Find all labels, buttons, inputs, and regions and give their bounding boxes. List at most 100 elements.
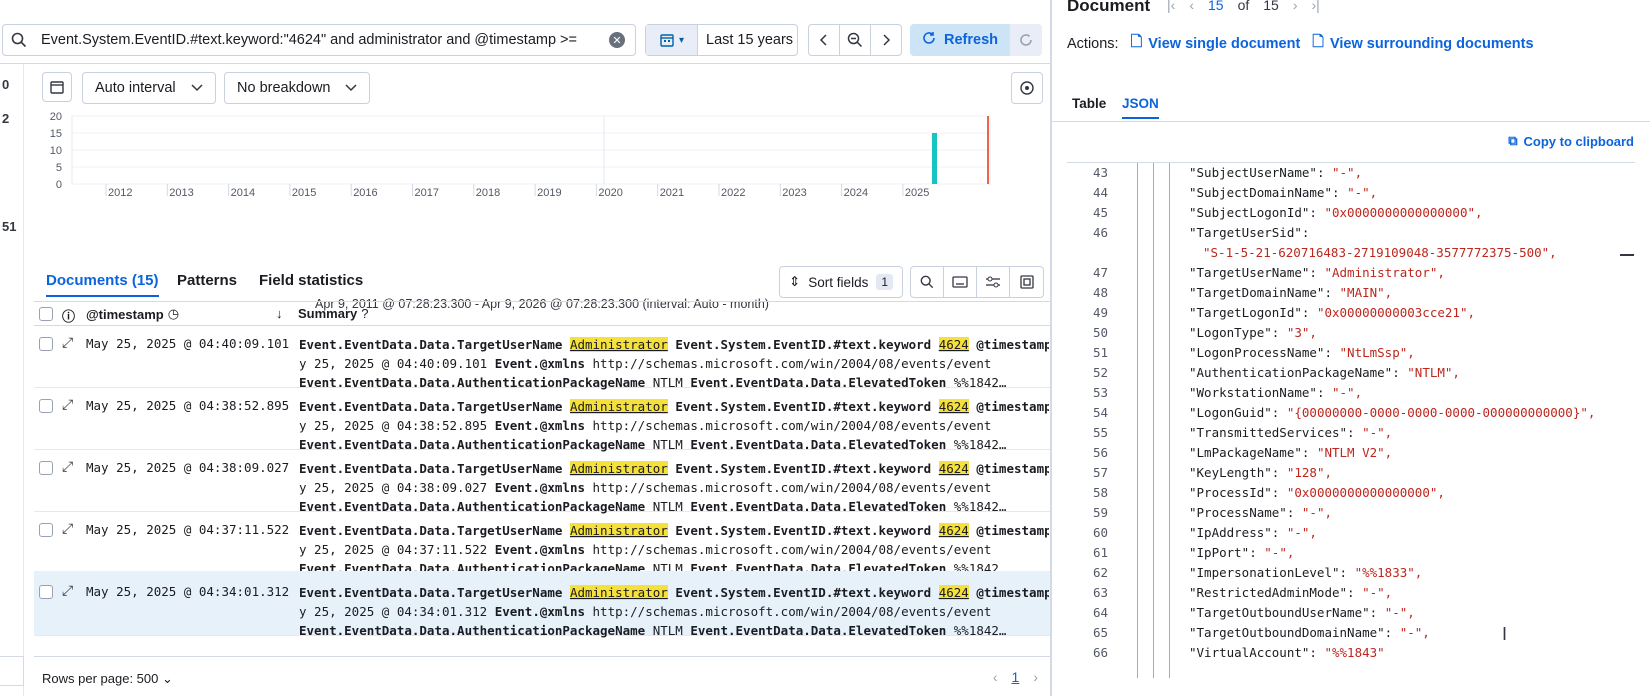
fullscreen-icon[interactable] xyxy=(1010,267,1043,297)
rows-per-page-select[interactable]: Rows per page: 500 ⌄ xyxy=(42,671,173,687)
expand-icon[interactable]: ⤢ xyxy=(62,520,73,537)
view-single-document-link[interactable]: 🗋 View single document xyxy=(1131,31,1301,56)
json-value: "0x0000000000000000", xyxy=(1286,485,1445,500)
first-page-icon[interactable]: |‹ xyxy=(1167,0,1175,13)
row-timestamp: May 25, 2025 @ 04:34:01.312 xyxy=(86,584,290,599)
info-icon[interactable]: ⓘ xyxy=(62,306,75,325)
json-key: "IpPort" xyxy=(1189,545,1250,560)
flyout-title: Document xyxy=(1067,0,1151,15)
chart-options-icon[interactable] xyxy=(1011,72,1043,104)
sort-fields-button[interactable]: ⇕ Sort fields 1 xyxy=(779,266,903,298)
table-row[interactable]: ⤢ May 25, 2025 @ 04:40:09.101 Event.EventD… xyxy=(34,326,1050,390)
settings-sliders-icon[interactable] xyxy=(977,267,1010,297)
row-checkbox[interactable] xyxy=(39,461,53,475)
document-flyout: Document |‹ ‹ 15 of 15 › ›| Actions: 🗋 V… xyxy=(1052,0,1650,696)
expand-icon[interactable]: ⤢ xyxy=(62,458,73,475)
table-row[interactable]: ⤢ May 25, 2025 @ 04:38:09.027 Event.EventD… xyxy=(34,447,1050,514)
chevron-left-icon[interactable]: ‹ xyxy=(1189,0,1194,13)
json-colon: : xyxy=(1301,225,1310,240)
timestamp-column-label: @timestamp xyxy=(86,306,164,322)
select-all-checkbox[interactable] xyxy=(39,307,53,321)
json-value: "-", xyxy=(1332,385,1363,400)
query-text: Event.System.EventID.#text.keyword:"4624… xyxy=(41,32,577,48)
indent-guide xyxy=(1169,163,1170,678)
json-colon: : xyxy=(1324,345,1340,360)
chevron-right-icon[interactable]: › xyxy=(1033,669,1038,685)
expand-icon[interactable]: ⤢ xyxy=(62,396,73,413)
interval-select[interactable]: Auto interval xyxy=(82,72,216,104)
field-name: Event.@xmlns xyxy=(494,604,585,619)
chart-calendar-icon[interactable] xyxy=(42,72,72,102)
json-entry: "TargetUserSid": xyxy=(1189,225,1309,240)
x-tick-label: 2021 xyxy=(660,187,684,199)
row-timestamp: May 25, 2025 @ 04:37:11.522 xyxy=(86,522,290,537)
sort-descending-icon[interactable]: ↓ xyxy=(276,306,283,321)
x-tick-label: 2022 xyxy=(721,187,745,199)
row-checkbox[interactable] xyxy=(39,399,53,413)
row-summary: Event.EventData.Data.TargetUserName Admi… xyxy=(299,521,1049,578)
json-key: "TransmittedServices" xyxy=(1189,425,1348,440)
y-tick-label: 5 xyxy=(56,162,62,174)
field-value: NTLM xyxy=(652,623,683,638)
summary-column-header[interactable]: Summary ? xyxy=(298,306,368,321)
keyboard-icon[interactable] xyxy=(944,267,977,297)
histogram-panel: Auto interval No breakdown 20 15 10 5 0 2012 2… xyxy=(34,64,1050,311)
timestamp-column-header[interactable]: @timestamp ◷ xyxy=(86,306,179,322)
row-checkbox[interactable] xyxy=(39,337,53,351)
current-document[interactable]: 15 xyxy=(1208,0,1224,13)
line-number: 51 xyxy=(1092,345,1108,360)
field-value: y 25, 2025 @ 04:38:52.895 xyxy=(299,418,488,433)
field-name: Event.System.EventID.#text.keyword xyxy=(675,523,932,538)
table-row[interactable]: ⤢ May 25, 2025 @ 04:38:52.895 Event.EventD… xyxy=(34,385,1050,452)
calendar-icon[interactable]: ▾ xyxy=(646,25,698,55)
search-icon xyxy=(3,32,35,48)
field-name: Event.EventData.Data.TargetUserName xyxy=(299,585,563,600)
chevron-right-icon[interactable] xyxy=(870,24,902,56)
tab-table[interactable]: Table xyxy=(1072,96,1106,111)
refresh-button[interactable]: Refresh xyxy=(910,24,1010,56)
view-surrounding-label: View surrounding documents xyxy=(1329,35,1534,52)
search-input[interactable]: Event.System.EventID.#text.keyword:"4624… xyxy=(2,24,636,56)
table-row[interactable]: ⤢ May 25, 2025 @ 04:37:11.522 Event.EventD… xyxy=(34,509,1050,576)
date-picker[interactable]: ▾ Last 15 years xyxy=(645,24,798,56)
clear-query-icon[interactable]: ✕ xyxy=(609,32,625,48)
zoom-out-icon[interactable] xyxy=(839,24,871,56)
json-key: "AuthenticationPackageName" xyxy=(1189,365,1393,380)
tab-documents[interactable]: Documents (15) xyxy=(46,272,159,297)
auto-refresh-icon[interactable] xyxy=(1010,24,1042,56)
chevron-left-icon[interactable] xyxy=(808,24,840,56)
field-name: @timestamp xyxy=(976,337,1049,352)
y-tick-label: 20 xyxy=(50,112,62,123)
row-checkbox[interactable] xyxy=(39,523,53,537)
field-name: Event.EventData.Data.AuthenticationPacka… xyxy=(299,623,646,638)
expand-icon[interactable]: ⤢ xyxy=(62,582,73,599)
tab-patterns[interactable]: Patterns xyxy=(177,272,237,289)
json-colon: : xyxy=(1309,265,1325,280)
field-search-input[interactable] xyxy=(0,656,24,686)
chevron-right-icon[interactable]: › xyxy=(1293,0,1298,13)
json-colon: : xyxy=(1271,525,1287,540)
line-number: 48 xyxy=(1092,285,1108,300)
tab-json[interactable]: JSON xyxy=(1122,96,1159,119)
chevron-left-icon[interactable]: ‹ xyxy=(993,669,998,685)
tab-field-statistics[interactable]: Field statistics xyxy=(259,272,363,289)
highlighted-value: Administrator xyxy=(569,523,668,538)
copy-to-clipboard-button[interactable]: ⧉ Copy to clipboard xyxy=(1508,133,1634,149)
expand-icon[interactable]: ⤢ xyxy=(62,334,73,351)
json-viewer[interactable]: 43 "SubjectUserName": "-", 44 "SubjectDomai… xyxy=(1067,162,1635,678)
last-page-icon[interactable]: ›| xyxy=(1312,0,1320,13)
line-number: 55 xyxy=(1092,425,1108,440)
view-surrounding-documents-link[interactable]: 🗋 View surrounding documents xyxy=(1312,31,1533,56)
chevron-down-icon xyxy=(191,80,203,96)
breakdown-select[interactable]: No breakdown xyxy=(224,72,370,104)
rows-per-page-label: Rows per page: 500 xyxy=(42,671,159,686)
json-entry: "SubjectDomainName": "-", xyxy=(1189,185,1377,200)
histogram-bar[interactable] xyxy=(932,133,937,184)
table-row[interactable]: ⤢ May 25, 2025 @ 04:34:01.312 Event.EventD… xyxy=(34,571,1050,638)
query-bar: Event.System.EventID.#text.keyword:"4624… xyxy=(0,20,1050,64)
search-icon[interactable] xyxy=(911,267,944,297)
json-entry: "TargetUserName": "Administrator", xyxy=(1189,265,1445,280)
page-link[interactable]: 1 xyxy=(1012,669,1020,685)
row-checkbox[interactable] xyxy=(39,585,53,599)
time-range-label[interactable]: Last 15 years xyxy=(698,32,793,48)
